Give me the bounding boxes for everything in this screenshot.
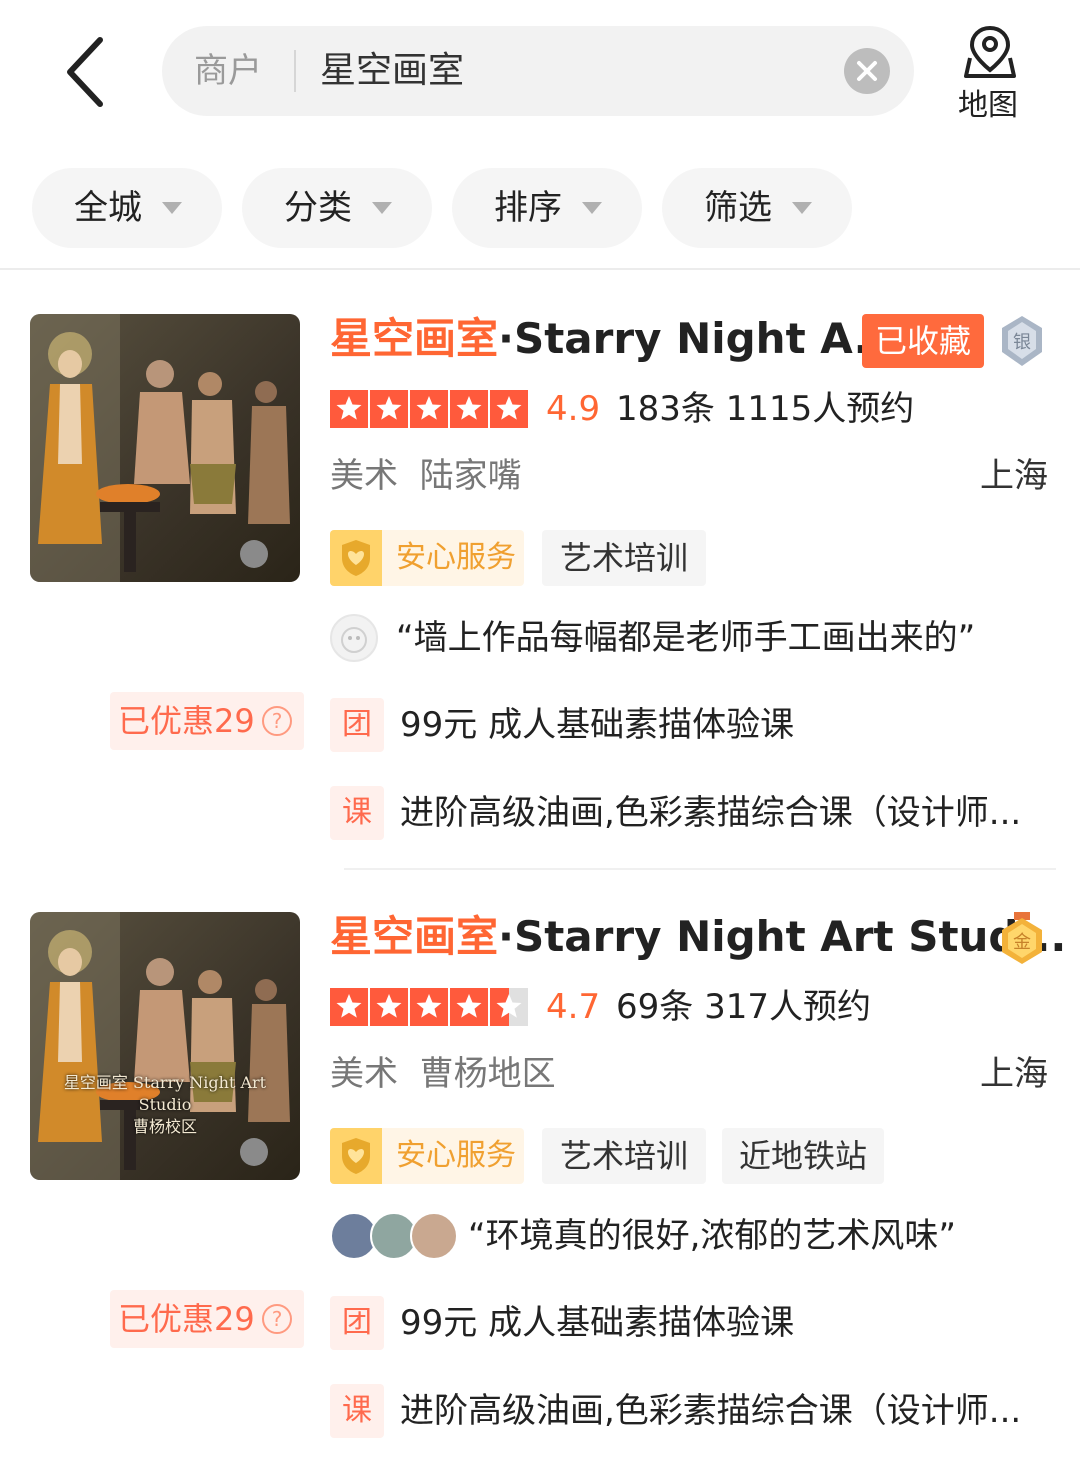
safe-service-label: 安心服务 — [396, 1138, 516, 1173]
tag: 近地铁站 — [722, 1128, 884, 1184]
thumbnail-caption: 星空画室 Starry Night Art Studio 曹杨校区 — [40, 1072, 290, 1138]
title-highlight: 星空画室 — [330, 912, 499, 961]
group-deal-icon: 团 — [330, 1296, 384, 1350]
painting-image — [30, 912, 300, 1180]
listing-card[interactable]: 星空画室 Starry Night Art Studio 曹杨校区 星空画室·S… — [0, 912, 1080, 1462]
city: 上海 — [980, 1054, 1048, 1094]
category-area: 美术 陆家嘴 — [330, 456, 522, 496]
filter-more[interactable]: 筛选 — [662, 168, 852, 248]
medal-text: 金 — [1013, 932, 1031, 953]
medal-text: 银 — [1013, 332, 1031, 353]
caption-line: 星空画室 Starry Night Art — [63, 1073, 267, 1092]
map-pin-icon — [964, 25, 1016, 78]
close-icon — [857, 61, 877, 81]
caret-down-icon — [792, 202, 812, 214]
clear-search-button[interactable] — [844, 48, 890, 94]
star-rating — [330, 390, 528, 428]
silver-medal-icon: 银 — [1000, 314, 1044, 368]
filter-bar: 全城 分类 排序 筛选 — [0, 168, 1080, 248]
safe-service-label: 安心服务 — [396, 540, 516, 575]
discount-label: 已优惠29 — [118, 702, 255, 740]
question-icon[interactable]: ? — [262, 706, 292, 736]
map-label: 地图 — [958, 88, 1018, 123]
title-rest: ·Starry Night Art Stud... — [498, 912, 1067, 961]
caret-down-icon — [162, 202, 182, 214]
discount-tag: 已优惠29 ? — [110, 1290, 304, 1348]
filter-sort[interactable]: 排序 — [452, 168, 642, 248]
category: 美术 — [330, 1054, 398, 1094]
favorited-badge[interactable]: 已收藏 — [862, 314, 984, 368]
group-deal-icon: 团 — [330, 698, 384, 752]
chevron-left-icon — [67, 37, 103, 107]
review-count: 69条 317人预约 — [616, 987, 871, 1027]
area: 曹杨地区 — [419, 1054, 556, 1094]
back-button[interactable] — [60, 34, 116, 110]
caret-down-icon — [582, 202, 602, 214]
discount-tag: 已优惠29 ? — [110, 692, 304, 750]
painting-image — [30, 314, 300, 582]
rating-score: 4.7 — [546, 987, 601, 1027]
caption-line: Studio — [138, 1095, 192, 1114]
title-rest: ·Starry Night A... — [498, 314, 902, 363]
tag: 艺术培训 — [542, 530, 706, 586]
search-scope-label[interactable]: 商户 — [194, 48, 262, 94]
safe-service-tag: 安心服务 — [330, 1128, 524, 1184]
star-rating — [330, 988, 528, 1026]
question-icon[interactable]: ? — [262, 1304, 292, 1334]
rating-score: 4.9 — [546, 389, 601, 429]
review-quote: “墙上作品每幅都是老师手工画出来的” — [396, 618, 976, 658]
tag: 艺术培训 — [542, 1128, 706, 1184]
category: 美术 — [330, 456, 398, 496]
listing-thumbnail[interactable] — [30, 314, 300, 582]
shield-icon — [330, 1128, 382, 1184]
filter-label: 筛选 — [704, 188, 772, 228]
caret-down-icon — [372, 202, 392, 214]
deal-text: 99元 成人基础素描体验课 — [400, 1303, 795, 1343]
avatar — [410, 1212, 458, 1260]
area: 陆家嘴 — [419, 456, 522, 496]
header-bar: 商户 星空画室 地图 — [0, 0, 1080, 140]
course-icon: 课 — [330, 786, 384, 840]
search-query[interactable]: 星空画室 — [320, 48, 464, 94]
safe-service-tag: 安心服务 — [330, 530, 524, 586]
category-area: 美术 曹杨地区 — [330, 1054, 556, 1094]
filter-label: 分类 — [284, 188, 352, 228]
shield-icon — [330, 530, 382, 586]
city: 上海 — [980, 456, 1048, 496]
deal-text: 99元 成人基础素描体验课 — [400, 705, 795, 745]
discount-label: 已优惠29 — [118, 1300, 255, 1338]
listing-title[interactable]: 星空画室·Starry Night Art Stud... — [330, 912, 1066, 962]
filter-label: 排序 — [494, 188, 562, 228]
map-button[interactable]: 地图 — [946, 24, 1036, 124]
title-highlight: 星空画室 — [330, 314, 499, 363]
review-quote: “环境真的很好,浓郁的艺术风味” — [468, 1216, 957, 1256]
listing-thumbnail[interactable]: 星空画室 Starry Night Art Studio 曹杨校区 — [30, 912, 300, 1180]
filter-label: 全城 — [74, 188, 142, 228]
filter-city[interactable]: 全城 — [32, 168, 222, 248]
course-text: 进阶高级油画,色彩素描综合课（设计师... — [400, 1391, 1022, 1431]
course-text: 进阶高级油画,色彩素描综合课（设计师... — [400, 793, 1022, 833]
search-divider — [294, 50, 296, 92]
listing-card[interactable]: 星空画室·Starry Night A... 已收藏 银 4.9 183条 11… — [0, 314, 1080, 894]
gold-medal-icon: 金 — [1000, 912, 1044, 966]
filter-category[interactable]: 分类 — [242, 168, 432, 248]
listing-title[interactable]: 星空画室·Starry Night A... — [330, 314, 901, 364]
divider — [344, 868, 1056, 870]
caption-line: 曹杨校区 — [132, 1117, 197, 1136]
review-count: 183条 1115人预约 — [616, 389, 915, 429]
search-input[interactable]: 商户 星空画室 — [162, 26, 914, 116]
course-icon: 课 — [330, 1384, 384, 1438]
avatar — [330, 614, 378, 662]
divider — [0, 268, 1080, 270]
